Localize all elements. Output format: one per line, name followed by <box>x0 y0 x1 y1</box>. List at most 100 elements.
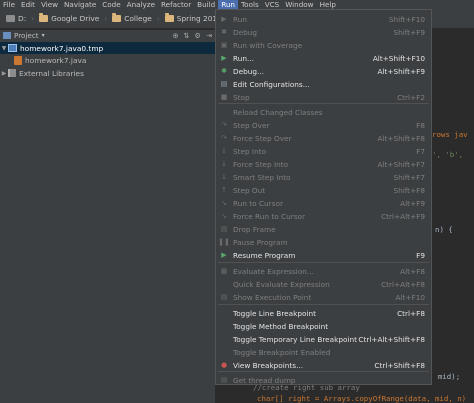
menu-vcs[interactable]: VCS <box>262 0 283 9</box>
menu-item-evaluate-expression[interactable]: ▦ Evaluate Expression... Alt+F8 <box>216 265 431 277</box>
code-fragment: , mid); <box>429 372 461 381</box>
step-into-icon: ↓ <box>221 147 227 155</box>
drop-frame-icon: ▤ <box>220 225 228 233</box>
menu-item-smart-step-into[interactable]: ↓ Smart Step Into Shift+F7 <box>216 171 431 183</box>
breadcrumb-label: College <box>124 14 152 23</box>
tree-item-label: homework7.java0.tmp <box>20 43 104 53</box>
breadcrumb-separator: › <box>156 14 160 23</box>
run-menu-dropdown: ▶ Run Shift+F10 ✱ Debug Shift+F9 ▣ Run with Cov… <box>215 9 432 385</box>
gear-icon[interactable]: ⚙ <box>195 31 201 40</box>
menu-item-resume-program[interactable]: ▶ Resume Program F9 <box>216 249 431 261</box>
breadcrumb-college[interactable]: College <box>108 12 156 26</box>
menu-item-label: Toggle Method Breakpoint <box>233 321 329 331</box>
menu-item-label: Smart Step Into <box>233 172 291 182</box>
menu-item-run-to-cursor[interactable]: ↘ Run to Cursor Alt+F9 <box>216 197 431 209</box>
menu-run[interactable]: Run <box>218 0 238 9</box>
menu-item-label: Toggle Breakpoint Enabled <box>233 347 331 357</box>
tree-item-module[interactable]: ▼ homework7.java0.tmp <box>0 42 215 54</box>
menu-item-force-step-over[interactable]: ↷ Force Step Over Alt+Shift+F8 <box>216 132 431 144</box>
configurations-icon: ▤ <box>220 80 228 88</box>
menu-item-pause-program[interactable]: ❚❚ Pause Program <box>216 236 431 248</box>
menu-item-toggle-temporary-line-breakpoint[interactable]: Toggle Temporary Line Breakpoint Ctrl+Alt… <box>216 333 431 345</box>
menu-file[interactable]: File <box>0 0 18 9</box>
menu-item-shortcut: Alt+F9 <box>400 198 425 208</box>
code-fragment: n) { <box>435 225 453 234</box>
hide-icon[interactable]: ⇥ <box>206 31 212 40</box>
menu-item-run[interactable]: ▶ Run... Alt+Shift+F10 <box>216 52 431 64</box>
menu-separator <box>218 371 429 372</box>
menu-tools[interactable]: Tools <box>238 0 262 9</box>
menu-item-toggle-method-breakpoint[interactable]: Toggle Method Breakpoint <box>216 320 431 332</box>
force-step-over-icon: ↷ <box>221 134 227 142</box>
menu-item-label: Step Into <box>233 146 267 156</box>
debug-icon: ✱ <box>221 67 227 75</box>
menu-item-shortcut: F7 <box>416 146 425 156</box>
execution-point-icon: ▤ <box>220 293 228 301</box>
breakpoints-icon: ● <box>220 361 228 369</box>
menu-item-force-step-into[interactable]: ↓ Force Step Into Alt+Shift+F7 <box>216 158 431 170</box>
menu-navigate[interactable]: Navigate <box>61 0 99 9</box>
menu-item-shortcut: Ctrl+Alt+F8 <box>381 279 425 289</box>
menu-item-shortcut: Alt+Shift+F9 <box>377 66 425 76</box>
menu-item-run-with-coverage[interactable]: ▣ Run with Coverage <box>216 39 431 51</box>
breadcrumb-drive[interactable]: D: <box>2 12 30 26</box>
menu-item-shortcut: Ctrl+F8 <box>397 308 425 318</box>
collapse-all-icon[interactable]: ⇅ <box>183 31 189 40</box>
menu-item-debug[interactable]: ✱ Debug Shift+F9 <box>216 26 431 38</box>
menu-item-label: Stop <box>233 92 250 102</box>
menu-refactor[interactable]: Refactor <box>158 0 194 9</box>
menu-item-get-thread-dump[interactable]: ▤ Get thread dump <box>216 374 431 386</box>
menu-edit[interactable]: Edit <box>18 0 38 9</box>
menu-item-label: Evaluate Expression... <box>233 266 314 276</box>
menu-item-label: Run... <box>233 53 254 63</box>
menu-item-toggle-breakpoint-enabled[interactable]: Toggle Breakpoint Enabled <box>216 346 431 358</box>
menu-item-shortcut: F8 <box>416 120 425 130</box>
menu-build[interactable]: Build <box>194 0 218 9</box>
menu-item-label: Edit Configurations... <box>233 79 310 89</box>
menu-item-step-over[interactable]: ↷ Step Over F8 <box>216 119 431 131</box>
menu-item-drop-frame[interactable]: ▤ Drop Frame <box>216 223 431 235</box>
menu-item-edit-configurations[interactable]: ▤ Edit Configurations... <box>216 78 431 90</box>
tree-item-java-file[interactable]: homework7.java <box>0 54 86 66</box>
menu-item-label: View Breakpoints... <box>233 360 304 370</box>
editor-scrollbar[interactable] <box>467 30 474 403</box>
menu-analyze[interactable]: Analyze <box>124 0 158 9</box>
breadcrumb-drive-label: D: <box>18 14 27 23</box>
menu-item-shortcut: Shift+F8 <box>393 185 425 195</box>
menu-item-toggle-line-breakpoint[interactable]: Toggle Line Breakpoint Ctrl+F8 <box>216 307 431 319</box>
sync-icon[interactable]: ⊕ <box>172 31 178 40</box>
menu-item-reload-changed-classes[interactable]: Reload Changed Classes <box>216 106 431 118</box>
expand-arrow-icon[interactable]: ▶ <box>0 70 8 77</box>
menu-item-shortcut: Ctrl+Shift+F8 <box>374 360 425 370</box>
menu-item-step-into[interactable]: ↓ Step Into F7 <box>216 145 431 157</box>
menu-item-run[interactable]: ▶ Run Shift+F10 <box>216 13 431 25</box>
menu-item-shortcut: Alt+Shift+F8 <box>377 133 425 143</box>
menu-item-quick-evaluate-expression[interactable]: Quick Evaluate Expression Ctrl+Alt+F8 <box>216 278 431 290</box>
menu-item-label: Drop Frame <box>233 224 276 234</box>
folder-icon <box>39 13 49 22</box>
menu-bar: File Edit View Navigate Code Analyze Refactor B… <box>0 0 474 9</box>
menu-item-view-breakpoints[interactable]: ● View Breakpoints... Ctrl+Shift+F8 <box>216 359 431 371</box>
menu-item-debug[interactable]: ✱ Debug... Alt+Shift+F9 <box>216 65 431 77</box>
menu-item-force-run-to-cursor[interactable]: ↘ Force Run to Cursor Ctrl+Alt+F9 <box>216 210 431 222</box>
menu-separator <box>218 262 429 263</box>
menu-item-shortcut: Shift+F7 <box>393 172 425 182</box>
chevron-down-icon[interactable]: ▾ <box>42 32 45 39</box>
menu-item-step-out[interactable]: ↑ Step Out Shift+F8 <box>216 184 431 196</box>
menu-view[interactable]: View <box>38 0 61 9</box>
breadcrumb-separator: › <box>104 14 108 23</box>
step-over-icon: ↷ <box>221 121 227 129</box>
project-icon <box>3 32 11 39</box>
tree-item-external-libraries[interactable]: ▶ External Libraries <box>0 67 84 79</box>
expand-arrow-icon[interactable]: ▼ <box>0 45 8 52</box>
menu-code[interactable]: Code <box>99 0 123 9</box>
menu-item-show-execution-point[interactable]: ▤ Show Execution Point Alt+F10 <box>216 291 431 303</box>
project-tool-window-header: Project ▾ ⊕ ⇅ ⚙ ⇥ <box>0 30 215 41</box>
project-title[interactable]: Project <box>14 31 39 40</box>
menu-help[interactable]: Help <box>317 0 339 9</box>
menu-window[interactable]: Window <box>282 0 316 9</box>
tree-item-label: External Libraries <box>19 68 84 78</box>
breadcrumb-label: Google Drive <box>51 14 100 23</box>
menu-item-stop[interactable]: ■ Stop Ctrl+F2 <box>216 91 431 103</box>
breadcrumb-google-drive[interactable]: Google Drive <box>35 12 103 26</box>
